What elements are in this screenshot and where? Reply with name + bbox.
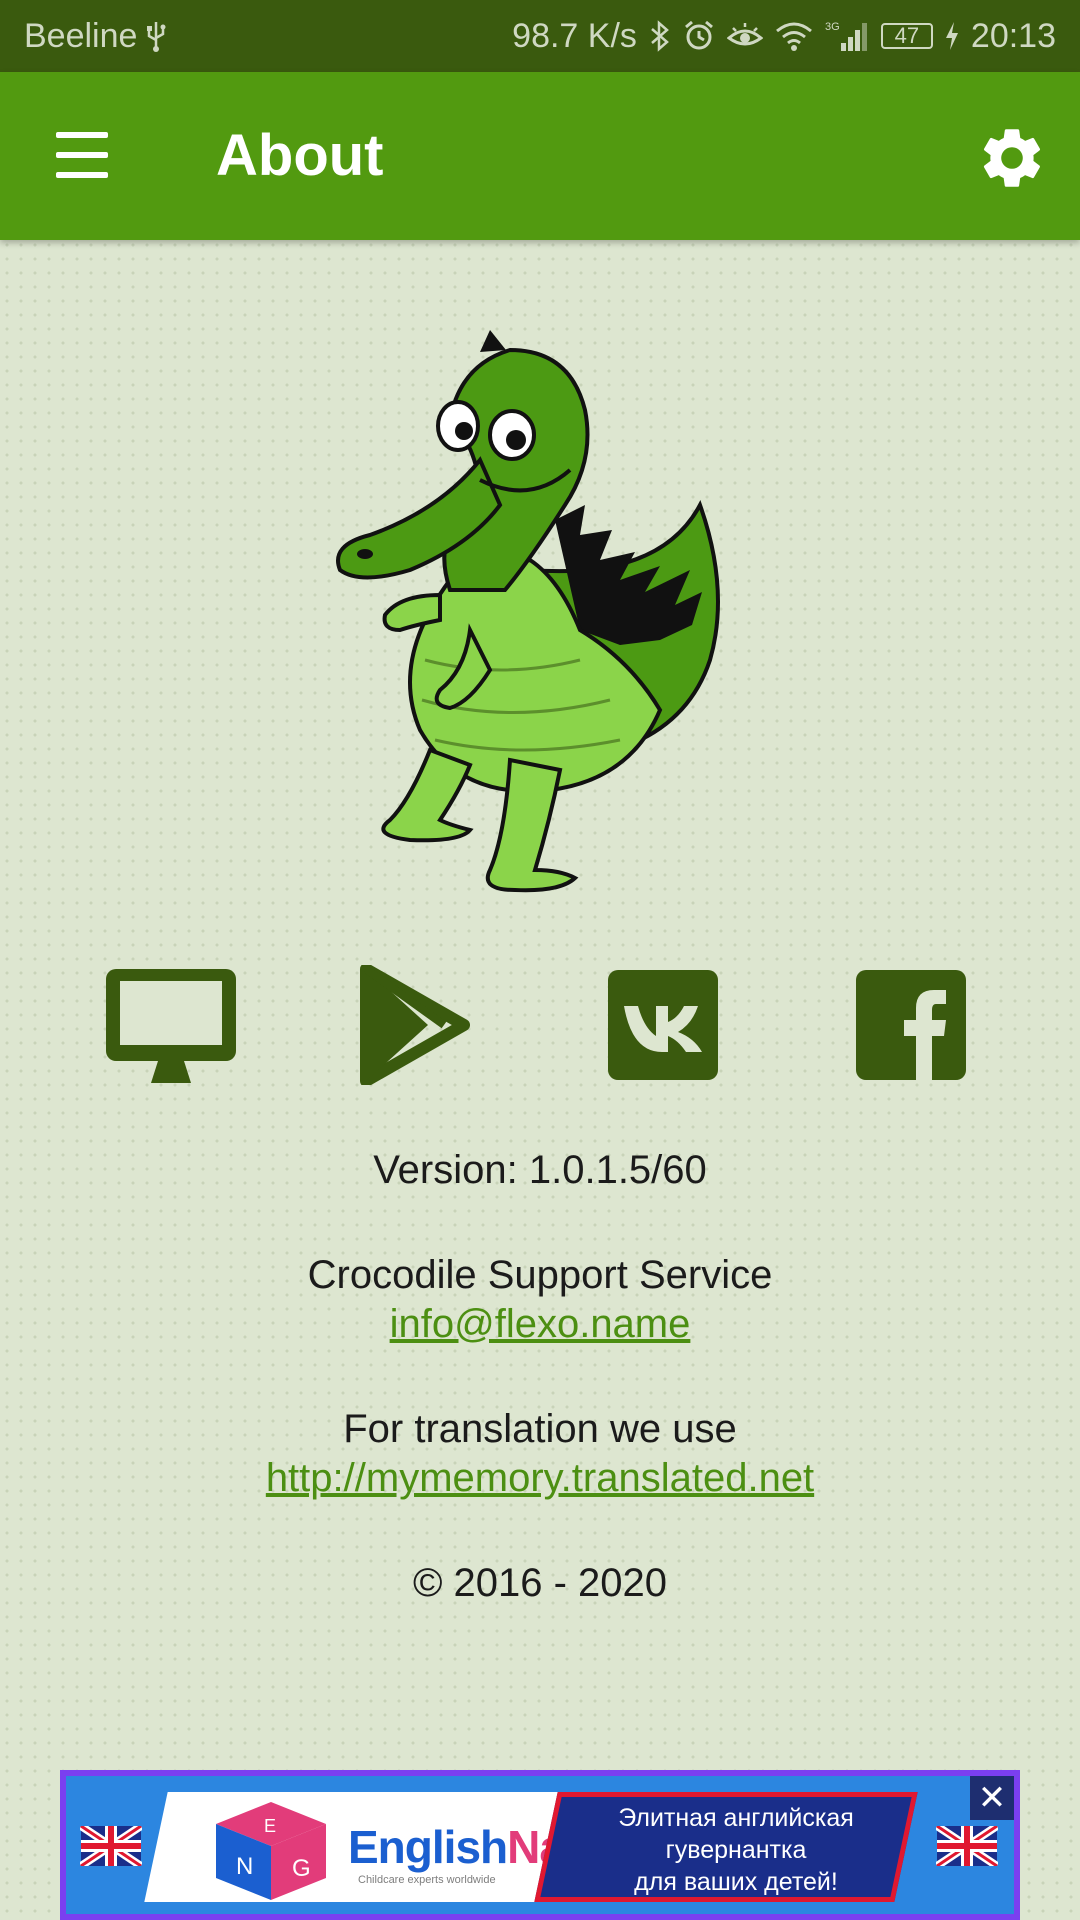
battery-level: 47 (894, 23, 920, 48)
status-bar: Beeline 98.7 K/s 3G 47 20:13 (0, 0, 1080, 72)
usb-icon (145, 20, 167, 52)
carrier-name: Beeline (24, 16, 138, 55)
menu-button[interactable] (52, 132, 112, 180)
cube-letter-g: G (292, 1855, 311, 1882)
cell-signal-icon: 3G (825, 19, 869, 53)
facebook-link[interactable] (846, 960, 976, 1090)
translation-url-link[interactable]: http://mymemory.translated.net (266, 1456, 814, 1500)
ad-brand-tagline: Childcare experts worldwide (358, 1874, 496, 1886)
clock: 20:13 (970, 16, 1056, 55)
gear-icon (983, 129, 1041, 187)
monitor-icon (106, 969, 236, 1083)
translation-title: For translation we use (343, 1407, 737, 1451)
translation-url-row: http://mymemory.translated.net (0, 1456, 1080, 1501)
ad-text: Элитная английская гувернантка для ваших… (618, 1804, 854, 1896)
uk-flag-icon (936, 1826, 998, 1866)
settings-button[interactable] (976, 122, 1048, 194)
crocodile-mascot (336, 330, 720, 893)
eye-comfort-icon (726, 20, 763, 52)
wifi-icon (775, 20, 813, 52)
vk-link[interactable] (598, 960, 728, 1090)
net-speed: 98.7 K/s (512, 16, 637, 55)
cube-letter-n: N (236, 1853, 253, 1880)
menu-icon (56, 132, 108, 138)
uk-flag-icon (80, 1826, 142, 1866)
cube-letter-e: E (264, 1816, 276, 1836)
charging-icon (945, 22, 959, 50)
support-title: Crocodile Support Service (307, 1253, 773, 1297)
vk-icon (608, 970, 718, 1080)
ad-banner[interactable]: E N G EnglishNanny Childcare experts wor… (60, 1770, 1020, 1920)
alarm-icon (683, 20, 715, 52)
page-title: About (216, 123, 384, 188)
website-link[interactable] (106, 960, 236, 1090)
copyright-text: © 2016 - 2020 (412, 1561, 668, 1605)
support-email-row: info@flexo.name (0, 1302, 1080, 1347)
social-links (0, 960, 1080, 1090)
version-text: Version: 1.0.1.5/60 (373, 1148, 707, 1192)
cube-logo-icon: E N G (216, 1802, 326, 1900)
google-play-link[interactable] (350, 960, 480, 1090)
network-type: 3G (825, 21, 840, 33)
app-bar: About (0, 72, 1080, 240)
play-store-icon (360, 965, 470, 1085)
ad-close-button[interactable]: ✕ (970, 1776, 1014, 1820)
facebook-icon (856, 970, 966, 1080)
battery-icon: 47 (880, 23, 933, 49)
support-email-link[interactable]: info@flexo.name (390, 1302, 691, 1346)
bluetooth-icon (649, 20, 671, 52)
